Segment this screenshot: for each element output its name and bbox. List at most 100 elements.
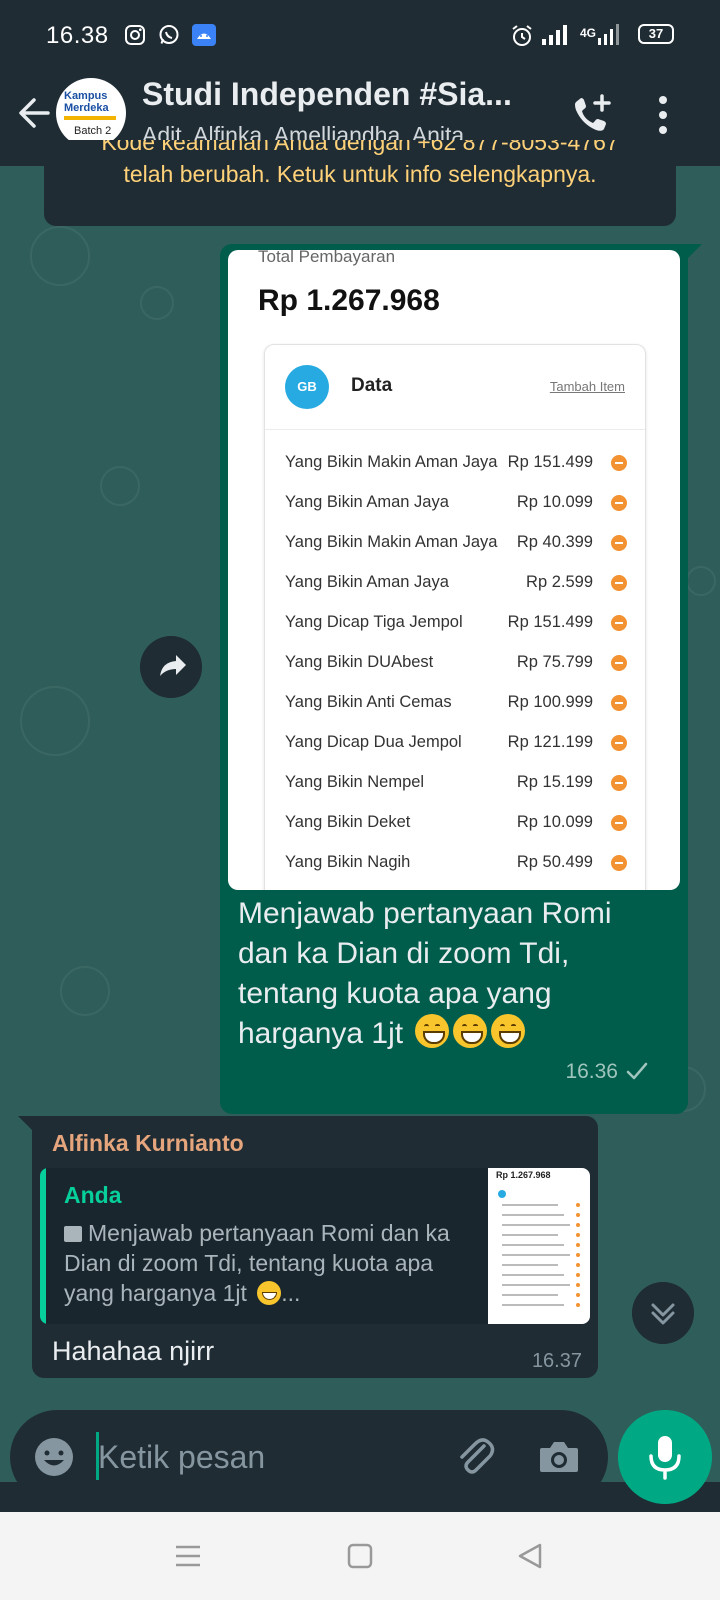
remove-item-icon [611,455,627,471]
item-row: Yang Bikin Deket Rp 10.099 [285,809,627,839]
signal-icon-2 [598,24,619,45]
alarm-icon [512,25,532,46]
message-composer [10,1410,608,1504]
image-attachment[interactable]: Total Pembayaran Rp 1.267.968 GB Data Ta… [228,250,680,890]
recent-apps-icon[interactable] [174,1544,202,1568]
item-row: Yang Bikin Anti Cemas Rp 100.999 [285,689,627,719]
grinning-emoji-icon [491,1014,526,1048]
item-price: Rp 100.999 [507,693,593,711]
message-time: 16.37 [531,1350,582,1372]
total-label: Total Pembayaran [258,250,396,266]
remove-item-icon [611,535,627,551]
thumb-line [502,1304,564,1306]
thumb-dot [576,1303,580,1307]
doodle-circle [140,286,174,320]
whatsapp-icon [159,25,179,44]
item-row: Yang Dicap Dua Jempol Rp 121.199 [285,729,627,759]
status-bar: 16.38 4G 37 [0,0,720,70]
remove-item-icon [611,655,627,671]
item-name: Yang Bikin Makin Aman Jaya [285,453,498,471]
thumb-line [502,1264,558,1266]
quote-thumbnail: Rp 1.267.968 [488,1168,590,1324]
emoji-icon[interactable] [32,1435,76,1479]
security-code-notice[interactable]: Kode keamanan Anda dengan +62 877-8053-4… [44,140,676,226]
notice-line2: telah berubah. Ketuk untuk info selengka… [123,161,597,187]
quoted-message[interactable]: Anda Menjawab pertanyaan Romi dan ka Dia… [40,1168,590,1324]
android-app-icon [192,24,216,46]
microphone-icon[interactable] [618,1410,712,1504]
camera-icon[interactable] [536,1434,582,1480]
total-value: Rp 1.267.968 [258,284,440,317]
thumb-dot [576,1233,580,1237]
item-row: Yang Bikin Nempel Rp 15.199 [285,769,627,799]
sent-check-icon [626,1062,648,1080]
item-name: Yang Bikin Anti Cemas [285,693,452,711]
forward-icon[interactable] [140,636,202,698]
home-icon[interactable] [346,1542,374,1570]
remove-item-icon [611,575,627,591]
add-call-icon[interactable] [568,92,618,138]
instagram-icon [125,25,145,45]
back-arrow-icon[interactable] [12,90,58,136]
add-item-link: Tambah Item [549,379,625,394]
thumb-line [502,1294,558,1296]
item-price: Rp 40.399 [516,533,593,551]
avatar-text-line2: Merdeka [64,102,109,114]
remove-item-icon [611,495,627,511]
outgoing-message[interactable]: Total Pembayaran Rp 1.267.968 GB Data Ta… [220,244,702,1114]
item-price: Rp 50.499 [516,853,593,871]
network-type: 4G [580,26,597,40]
message-input[interactable] [98,1434,428,1480]
item-name: Yang Bikin Nempel [285,773,425,791]
item-name: Yang Bikin Aman Jaya [285,573,449,591]
thumb-dot [576,1263,580,1267]
quote-author: Anda [64,1182,122,1208]
avatar-text-line1: Kampus [64,90,108,102]
item-price: Rp 2.599 [526,573,593,591]
item-name: Yang Bikin Makin Aman Jaya [285,533,498,551]
data-card-title: Data [351,375,393,396]
attachment-icon[interactable] [450,1432,500,1482]
quote-text: Menjawab pertanyaan Romi dan ka Dian di … [64,1218,484,1308]
item-price: Rp 151.499 [507,453,593,471]
item-price: Rp 75.799 [516,653,593,671]
card-divider [265,429,645,430]
message-time: 16.36 [565,1060,618,1083]
thumb-dot [576,1273,580,1277]
item-row: Yang Bikin Aman Jaya Rp 2.599 [285,569,627,599]
sender-name[interactable]: Alfinka Kurnianto [52,1130,244,1157]
chat-title[interactable]: Studi Independen #Sia... [142,76,542,113]
back-triangle-icon[interactable] [516,1542,544,1570]
quote-ellipsis: ... [281,1280,301,1306]
item-row: Yang Bikin Makin Aman Jaya Rp 40.399 [285,529,627,559]
group-avatar[interactable]: Kampus Merdeka Batch 2 [56,78,126,148]
grinning-emoji-icon [257,1281,282,1305]
doodle-circle [100,466,140,506]
incoming-message[interactable]: Alfinka Kurnianto Anda Menjawab pertanya… [18,1116,598,1378]
thumb-line [502,1284,570,1286]
quote-bar [40,1168,46,1324]
thumb-line [502,1214,564,1216]
thumb-line [502,1254,570,1256]
message-caption: Menjawab pertanyaan Romi dan ka Dian di … [238,894,668,1054]
grinning-emoji-icon [415,1014,450,1048]
thumb-total: Rp 1.267.968 [496,1170,551,1180]
more-options-icon[interactable] [648,92,678,138]
thumb-globe-icon [498,1190,506,1198]
grinning-emoji-icon [453,1014,488,1048]
thumb-line [502,1204,558,1206]
item-row: Yang Bikin Makin Aman Jaya Rp 151.499 [285,449,627,479]
item-price: Rp 15.199 [516,773,593,791]
scroll-to-bottom-icon[interactable] [632,1282,694,1344]
battery-indicator: 37 [638,24,674,44]
item-name: Yang Dicap Tiga Jempol [285,613,463,631]
thumb-dot [576,1203,580,1207]
item-name: Yang Bikin Deket [285,813,411,831]
doodle-circle [20,686,90,756]
remove-item-icon [611,615,627,631]
item-row: Yang Dicap Tiga Jempol Rp 151.499 [285,609,627,639]
bubble-tail [688,244,702,258]
item-price: Rp 10.099 [516,813,593,831]
data-card: GB Data Tambah Item Yang Bikin Makin Ama… [264,344,646,890]
item-price: Rp 121.199 [507,733,593,751]
